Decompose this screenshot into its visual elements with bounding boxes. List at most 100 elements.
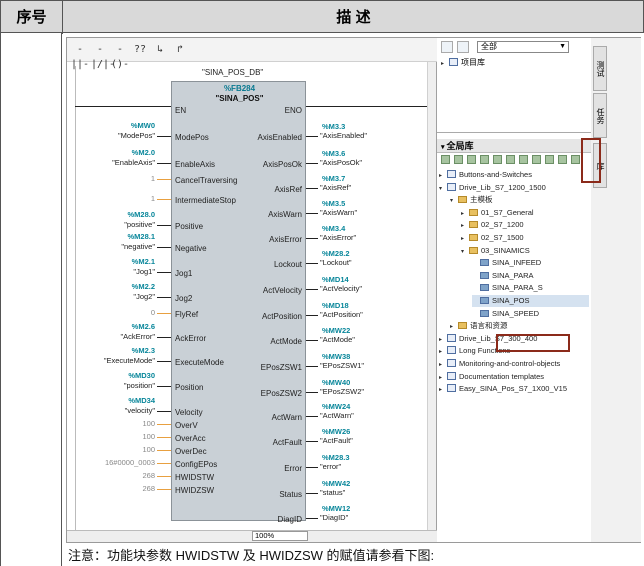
input-address[interactable]: %M2.2 [107, 282, 155, 291]
library-tree-item[interactable]: SINA_SPEED [472, 308, 589, 320]
output-operand[interactable]: "AxisRef" [320, 183, 351, 192]
library-tree-item[interactable]: SINA_POS [472, 295, 589, 307]
library-tree-item[interactable]: ▸ 01_S7_General [461, 207, 589, 219]
output-address[interactable]: %MW38 [322, 352, 350, 361]
output-address[interactable]: %M3.5 [322, 199, 345, 208]
output-address[interactable]: %MD18 [322, 301, 349, 310]
open-library-icon[interactable] [441, 41, 453, 53]
library-tool-icon[interactable] [506, 155, 515, 164]
library-tool-icon[interactable] [467, 155, 476, 164]
output-operand[interactable]: "Lockout" [320, 258, 352, 267]
library-view-icon[interactable] [457, 41, 469, 53]
output-operand[interactable]: "EPosZSW1" [320, 361, 364, 370]
output-address[interactable]: %MW40 [322, 378, 350, 387]
library-tree-item[interactable]: ▸ Documentation templates [439, 371, 589, 383]
output-operand[interactable]: "ActWarn" [320, 411, 354, 420]
input-address[interactable]: %M2.6 [107, 322, 155, 331]
input-operand[interactable]: "positive" [79, 220, 155, 229]
library-tool-icon[interactable] [480, 155, 489, 164]
vertical-scrollbar[interactable] [427, 62, 436, 532]
input-address[interactable]: %M28.1 [107, 232, 155, 241]
side-tab[interactable]: 测试 [593, 46, 607, 91]
library-tool-icon[interactable] [441, 155, 450, 164]
output-address[interactable]: %M28.2 [322, 249, 350, 258]
output-operand[interactable]: "error" [320, 462, 341, 471]
expand-icon[interactable]: ▸ [439, 334, 447, 346]
input-operand[interactable]: 100 [79, 419, 155, 428]
library-tree-item[interactable]: ▾ 03_SINAMICS [461, 245, 589, 257]
output-operand[interactable]: "AxisPosOk" [320, 158, 362, 167]
library-tool-icon[interactable] [571, 155, 580, 164]
input-operand[interactable]: 268 [79, 484, 155, 493]
type-filter-select[interactable]: 全部 ▼ [477, 41, 569, 53]
output-address[interactable]: %MD14 [322, 275, 349, 284]
expand-icon[interactable]: ▸ [439, 359, 447, 371]
input-address[interactable]: %MD30 [107, 371, 155, 380]
ladder-toolbar-button[interactable]: ↳ [151, 42, 169, 57]
library-tool-icon[interactable] [558, 155, 567, 164]
output-operand[interactable]: "ActFault" [320, 436, 353, 445]
ladder-toolbar-button[interactable]: -()- [111, 42, 129, 70]
input-operand[interactable]: 16#0000_0003 [79, 458, 155, 467]
input-address[interactable]: %M2.3 [107, 346, 155, 355]
library-tree-item[interactable]: ▾ 主模板 [450, 194, 589, 206]
output-address[interactable]: %MW42 [322, 479, 350, 488]
output-operand[interactable]: "ActVelocity" [320, 284, 362, 293]
sina-pos-block[interactable]: %FB284 "SINA_POS" EN ENO ModePos EnableAx… [171, 81, 306, 524]
collapse-icon[interactable]: ▾ [461, 246, 469, 258]
input-address[interactable]: %MW0 [107, 121, 155, 130]
input-operand[interactable]: "velocity" [79, 406, 155, 415]
horizontal-scrollbar[interactable]: 100% [67, 530, 437, 542]
expand-icon[interactable]: ▸ [450, 321, 458, 333]
input-address[interactable]: %MD34 [107, 396, 155, 405]
output-address[interactable]: %MW12 [322, 504, 350, 513]
input-operand[interactable]: 0 [79, 308, 155, 317]
output-operand[interactable]: "DiagID" [320, 513, 348, 522]
input-operand[interactable]: "negative" [79, 242, 155, 251]
ladder-toolbar-button[interactable]: ?? [131, 42, 149, 57]
input-operand[interactable]: 100 [79, 445, 155, 454]
output-operand[interactable]: "ActMode" [320, 335, 355, 344]
input-operand[interactable]: "EnableAxis" [79, 158, 155, 167]
output-operand[interactable]: "EPosZSW2" [320, 387, 364, 396]
output-address[interactable]: %MW24 [322, 402, 350, 411]
library-tree-item[interactable]: SINA_PARA [472, 270, 589, 282]
output-address[interactable]: %M3.3 [322, 122, 345, 131]
output-address[interactable]: %MW26 [322, 427, 350, 436]
expand-icon[interactable]: ▸ [439, 372, 447, 384]
output-address[interactable]: %M3.4 [322, 224, 345, 233]
library-tool-icon[interactable] [519, 155, 528, 164]
ladder-toolbar-button[interactable]: ↱ [171, 42, 189, 57]
library-tree-item[interactable]: ▸ 语言和资源 [450, 320, 589, 332]
library-tree-item[interactable]: ▸ Buttons-and-Switches [439, 169, 589, 181]
input-operand[interactable]: 100 [79, 432, 155, 441]
project-library-node[interactable]: ▸ 项目库 [441, 57, 485, 68]
input-operand[interactable]: "AckError" [79, 332, 156, 341]
library-tree-item[interactable]: SINA_INFEED [472, 257, 589, 269]
library-tool-icon[interactable] [532, 155, 541, 164]
expand-icon[interactable]: ▸ [439, 346, 447, 358]
output-address[interactable]: %M3.7 [322, 174, 345, 183]
instance-db-name[interactable]: "SINA_POS_DB" [202, 68, 263, 77]
library-tree-item[interactable]: ▾ Drive_Lib_S7_1200_1500 [439, 182, 589, 194]
output-operand[interactable]: "AxisWarn" [320, 208, 357, 217]
collapse-icon[interactable]: ▾ [439, 183, 447, 195]
output-operand[interactable]: "ActPosition" [320, 310, 363, 319]
library-tool-icon[interactable] [493, 155, 502, 164]
zoom-select[interactable]: 100% [252, 531, 308, 541]
input-address[interactable]: %M28.0 [107, 210, 155, 219]
library-tool-icon[interactable] [454, 155, 463, 164]
input-operand[interactable]: "position" [79, 381, 155, 390]
ladder-toolbar-button[interactable]: -|/|- [91, 42, 115, 70]
output-operand[interactable]: "status" [320, 488, 345, 497]
input-address[interactable]: %M2.1 [107, 257, 155, 266]
expand-icon[interactable]: ▸ [439, 384, 447, 396]
library-tree-item[interactable]: ▸ Easy_SINA_Pos_S7_1X00_V15 [439, 383, 589, 395]
input-operand[interactable]: 268 [79, 471, 155, 480]
expand-icon[interactable]: ▸ [461, 220, 469, 232]
input-operand[interactable]: "ModePos" [79, 131, 155, 140]
input-operand[interactable]: 1 [79, 194, 155, 203]
library-tree-item[interactable]: ▸ Monitoring-and-control-objects [439, 358, 589, 370]
global-library-header[interactable]: ▾ 全局库 [437, 139, 591, 153]
library-tool-icon[interactable] [545, 155, 554, 164]
